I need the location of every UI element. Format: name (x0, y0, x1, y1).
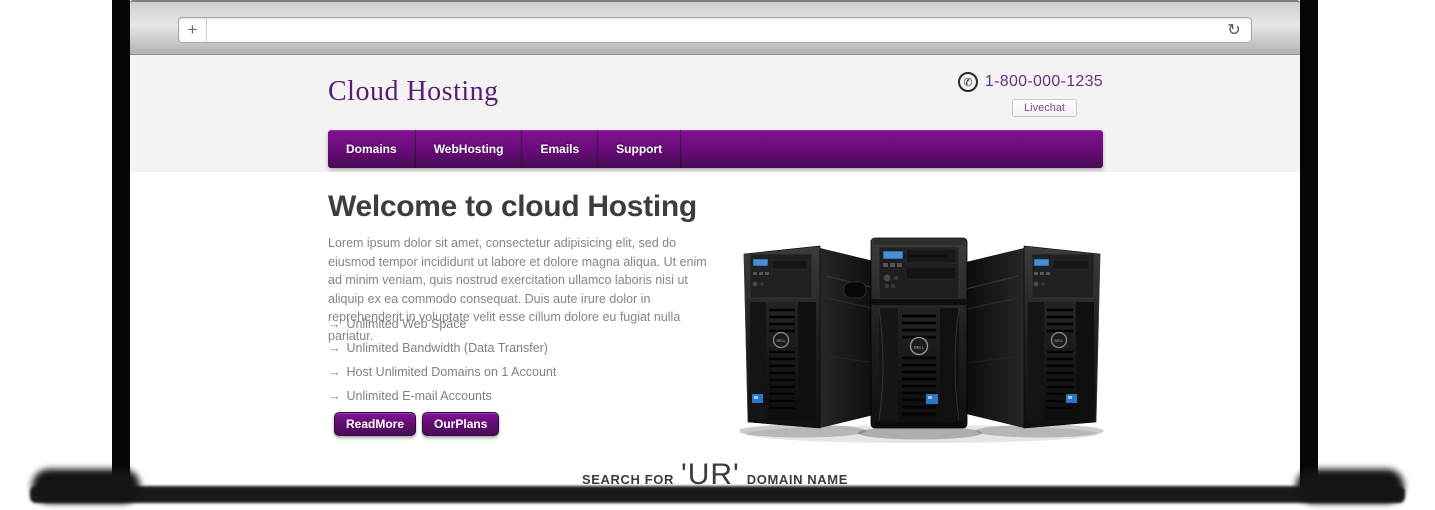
mockup-bottom-shadow (30, 486, 1405, 503)
phone-block: ✆ 1-800-000-1235 (958, 72, 1103, 92)
arrow-icon: → (328, 341, 341, 355)
feature-item: → Unlimited E-mail Accounts (328, 389, 556, 403)
browser-window: + ↻ Cloud Hosting ✆ 1-800-000-1235 Livec… (130, 0, 1300, 503)
mockup-left-edge (112, 0, 130, 495)
phone-number: 1-800-000-1235 (985, 73, 1103, 91)
page-stage: + ↻ Cloud Hosting ✆ 1-800-000-1235 Livec… (0, 0, 1435, 510)
phone-icon: ✆ (958, 72, 978, 92)
arrow-icon: → (328, 365, 341, 379)
svg-text:DELL: DELL (914, 345, 925, 350)
refresh-button[interactable]: ↻ (1217, 18, 1251, 42)
our-plans-button[interactable]: OurPlans (422, 412, 499, 436)
feature-item: → Unlimited Web Space (328, 317, 556, 331)
mockup-shadow-right-blob (1296, 469, 1404, 503)
nav-item-emails[interactable]: Emails (522, 130, 598, 168)
nav-item-domains[interactable]: Domains (328, 130, 416, 168)
site-logo[interactable]: Cloud Hosting (328, 76, 499, 108)
feature-label: Unlimited Bandwidth (Data Transfer) (347, 341, 548, 355)
feature-label: Unlimited Web Space (347, 317, 467, 331)
feature-item: → Host Unlimited Domains on 1 Account (328, 365, 556, 379)
main-nav: Domains WebHosting Emails Support (328, 130, 1103, 168)
mockup-shadow-left-blob (32, 469, 140, 503)
browser-chrome: + ↻ (130, 0, 1300, 55)
svg-text:DELL: DELL (1055, 339, 1064, 343)
server-left: DELL (744, 246, 886, 428)
nav-item-webhosting[interactable]: WebHosting (416, 130, 523, 168)
search-banner-prefix: SEARCH FOR (582, 472, 674, 487)
livechat-button[interactable]: Livechat (1012, 99, 1077, 117)
feature-item: → Unlimited Bandwidth (Data Transfer) (328, 341, 556, 355)
url-input[interactable] (207, 18, 1217, 42)
feature-label: Unlimited E-mail Accounts (347, 389, 492, 403)
page-title: Welcome to cloud Hosting (328, 190, 697, 224)
server-right: DELL (958, 246, 1100, 428)
feature-label: Host Unlimited Domains on 1 Account (347, 365, 557, 379)
plus-icon: + (188, 20, 198, 40)
arrow-icon: → (328, 389, 341, 403)
server-center: DELL (871, 238, 967, 428)
feature-list: → Unlimited Web Space → Unlimited Bandwidt… (328, 317, 556, 413)
arrow-icon: → (328, 317, 341, 331)
search-banner-suffix: DOMAIN NAME (747, 472, 848, 487)
svg-text:DELL: DELL (777, 339, 786, 343)
address-bar[interactable]: + ↻ (178, 17, 1252, 43)
nav-item-support[interactable]: Support (598, 130, 681, 168)
new-tab-button[interactable]: + (179, 18, 207, 42)
read-more-button[interactable]: ReadMore (334, 412, 416, 436)
cta-row: ReadMore OurPlans (334, 412, 499, 436)
server-towers-image: DELL (740, 236, 1104, 446)
mockup-right-edge (1300, 0, 1318, 495)
refresh-icon: ↻ (1227, 20, 1240, 40)
